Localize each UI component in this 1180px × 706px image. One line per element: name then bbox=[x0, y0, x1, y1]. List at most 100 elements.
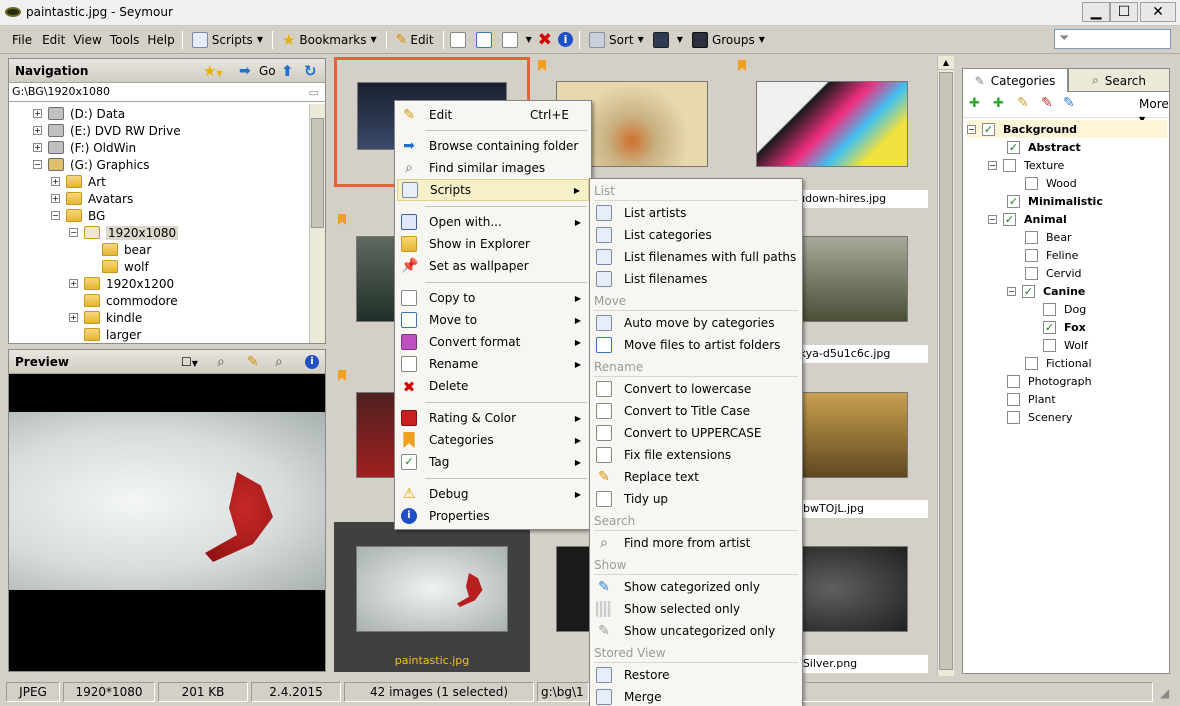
script-move-artist[interactable]: Move files to artist folders bbox=[592, 334, 800, 356]
menu-show-explorer[interactable]: Show in Explorer bbox=[397, 233, 589, 255]
menu-move-to[interactable]: Move to ▶ bbox=[397, 309, 589, 331]
checkbox-dropdown-icon[interactable]: ☐▼ bbox=[181, 355, 198, 369]
category-cervid[interactable]: Cervid bbox=[1025, 264, 1082, 282]
script-list-categories[interactable]: List categories bbox=[592, 224, 800, 246]
collapse-icon[interactable]: − bbox=[69, 228, 78, 237]
tree-item-d-data[interactable]: + (D:) Data bbox=[33, 105, 125, 122]
checkbox[interactable] bbox=[1025, 248, 1038, 262]
go-button[interactable]: Go bbox=[259, 64, 276, 78]
menu-properties[interactable]: i Properties bbox=[397, 505, 589, 527]
category-canine[interactable]: − ✓ Canine bbox=[1007, 282, 1085, 300]
menu-rating-color[interactable]: Rating & Color ▶ bbox=[397, 407, 589, 429]
close-button[interactable]: ✕ bbox=[1140, 2, 1176, 22]
thumbnail-3[interactable] bbox=[732, 57, 928, 187]
menu-convert-format[interactable]: Convert format ▶ bbox=[397, 331, 589, 353]
category-plant[interactable]: Plant bbox=[1007, 390, 1056, 408]
menu-open-with[interactable]: Open with... ▶ bbox=[397, 211, 589, 233]
category-wood[interactable]: Wood bbox=[1025, 174, 1077, 192]
path-input[interactable]: G:\BG\1920x1080 ▭ bbox=[9, 83, 325, 102]
script-fix-extensions[interactable]: Fix file extensions bbox=[592, 444, 800, 466]
category-animal[interactable]: − ✓ Animal bbox=[988, 210, 1067, 228]
tree-item-bear[interactable]: bear bbox=[102, 241, 151, 258]
tree-item-1920x1200[interactable]: +1920x1200 bbox=[69, 275, 174, 292]
folder-browse-icon[interactable]: ▭ bbox=[309, 86, 319, 99]
category-fictional[interactable]: Fictional bbox=[1025, 354, 1092, 372]
tree-item-avatars[interactable]: + Avatars bbox=[51, 190, 133, 207]
menu-scripts[interactable]: Scripts ▶ bbox=[397, 179, 589, 201]
script-find-artist[interactable]: ⌕ Find more from artist bbox=[592, 532, 800, 554]
expand-icon[interactable]: + bbox=[69, 313, 78, 322]
info-button[interactable]: i bbox=[555, 26, 576, 54]
expand-icon[interactable]: + bbox=[51, 194, 60, 203]
checkbox[interactable] bbox=[1007, 392, 1020, 406]
script-show-categorized[interactable]: ✎ Show categorized only bbox=[592, 576, 800, 598]
menu-debug[interactable]: ⚠ Debug ▶ bbox=[397, 483, 589, 505]
menu-tools[interactable]: Tools bbox=[106, 26, 144, 54]
checkbox[interactable]: ✓ bbox=[1043, 320, 1056, 334]
copy-button[interactable] bbox=[447, 26, 473, 54]
menu-delete[interactable]: ✖ Delete bbox=[397, 375, 589, 397]
save-button[interactable]: ▼ bbox=[650, 26, 686, 54]
script-show-uncategorized[interactable]: ✎ Show uncategorized only bbox=[592, 620, 800, 642]
groups-button[interactable]: Groups ▼ bbox=[686, 26, 771, 54]
script-uppercase[interactable]: Convert to UPPERCASE bbox=[592, 422, 800, 444]
tree-item-wolf[interactable]: wolf bbox=[102, 258, 149, 275]
checkbox[interactable]: ✓ bbox=[1022, 284, 1035, 298]
checkbox[interactable] bbox=[1003, 158, 1016, 172]
collapse-icon[interactable]: − bbox=[988, 214, 997, 224]
checkbox[interactable]: ✓ bbox=[1007, 194, 1020, 208]
filter-input[interactable]: ⏷ bbox=[1054, 29, 1171, 49]
category-texture[interactable]: − Texture bbox=[988, 156, 1064, 174]
tree-item-commodore[interactable]: commodore bbox=[84, 292, 178, 309]
category-feline[interactable]: Feline bbox=[1025, 246, 1078, 264]
delete-icon[interactable]: ✖ bbox=[535, 26, 555, 54]
scroll-up-icon[interactable]: ▲ bbox=[938, 56, 954, 70]
bookmarks-button[interactable]: ★ Bookmarks ▼ bbox=[276, 26, 383, 54]
menu-find-similar[interactable]: ⌕ Find similar images bbox=[397, 157, 589, 179]
expand-icon[interactable]: + bbox=[33, 126, 42, 135]
category-photograph[interactable]: Photograph bbox=[1007, 372, 1092, 390]
tree-item-art[interactable]: + Art bbox=[51, 173, 106, 190]
category-wolf[interactable]: Wolf bbox=[1043, 336, 1088, 354]
menu-view[interactable]: View bbox=[69, 26, 105, 54]
script-list-filenames-paths[interactable]: List filenames with full paths bbox=[592, 246, 800, 268]
expand-icon[interactable]: + bbox=[33, 109, 42, 118]
up-arrow-icon[interactable]: ⬆ bbox=[281, 62, 294, 80]
menu-categories[interactable]: Categories ▶ bbox=[397, 429, 589, 451]
expand-icon[interactable]: + bbox=[51, 177, 60, 186]
category-abstract[interactable]: ✓ Abstract bbox=[1007, 138, 1081, 156]
tab-search[interactable]: ⌕ Search bbox=[1068, 68, 1170, 92]
zoom-icon[interactable]: ⌕ bbox=[217, 354, 225, 370]
checkbox[interactable] bbox=[1043, 338, 1056, 352]
checkbox[interactable] bbox=[1007, 410, 1020, 424]
add-subcategory-icon[interactable]: ✚ bbox=[993, 96, 1004, 111]
menu-browse-folder[interactable]: ➡ Browse containing folder bbox=[397, 135, 589, 157]
scroll-thumb[interactable] bbox=[311, 118, 324, 228]
pencil-icon[interactable]: ✎ bbox=[247, 354, 259, 370]
tree-scrollbar[interactable] bbox=[309, 104, 325, 343]
script-list-filenames[interactable]: List filenames bbox=[592, 268, 800, 290]
add-category-icon[interactable]: ✚ bbox=[969, 96, 980, 111]
clear-category-icon[interactable]: ✎ bbox=[1063, 95, 1075, 111]
maximize-button[interactable]: ☐ bbox=[1110, 2, 1138, 22]
thumbnail-10-selected[interactable]: paintastic.jpg bbox=[334, 522, 530, 672]
tree-item-e-dvd[interactable]: + (E:) DVD RW Drive bbox=[33, 122, 181, 139]
expand-icon[interactable]: + bbox=[33, 143, 42, 152]
tree-item-kindle[interactable]: + kindle bbox=[69, 309, 142, 326]
scroll-thumb[interactable] bbox=[939, 72, 953, 670]
tree-item-bg[interactable]: − BG bbox=[51, 207, 105, 224]
category-minimalistic[interactable]: ✓ Minimalistic bbox=[1007, 192, 1103, 210]
category-dog[interactable]: Dog bbox=[1043, 300, 1086, 318]
checkbox[interactable]: ✓ bbox=[1003, 212, 1016, 226]
menu-edit[interactable]: ✎ Edit Ctrl+E bbox=[397, 104, 589, 126]
tree-item-g-graphics[interactable]: − (G:) Graphics bbox=[33, 156, 150, 173]
script-titlecase[interactable]: Convert to Title Case bbox=[592, 400, 800, 422]
grid-scrollbar[interactable]: ▲ bbox=[937, 56, 954, 676]
script-show-selected[interactable]: Show selected only bbox=[592, 598, 800, 620]
menu-tag[interactable]: ✓ Tag ▶ bbox=[397, 451, 589, 473]
refresh-icon[interactable]: ↻ bbox=[304, 62, 317, 80]
tree-item-f-oldwin[interactable]: + (F:) OldWin bbox=[33, 139, 136, 156]
menu-edit[interactable]: Edit bbox=[38, 26, 69, 54]
collapse-icon[interactable]: − bbox=[967, 124, 976, 134]
menu-copy-to[interactable]: Copy to ▶ bbox=[397, 287, 589, 309]
